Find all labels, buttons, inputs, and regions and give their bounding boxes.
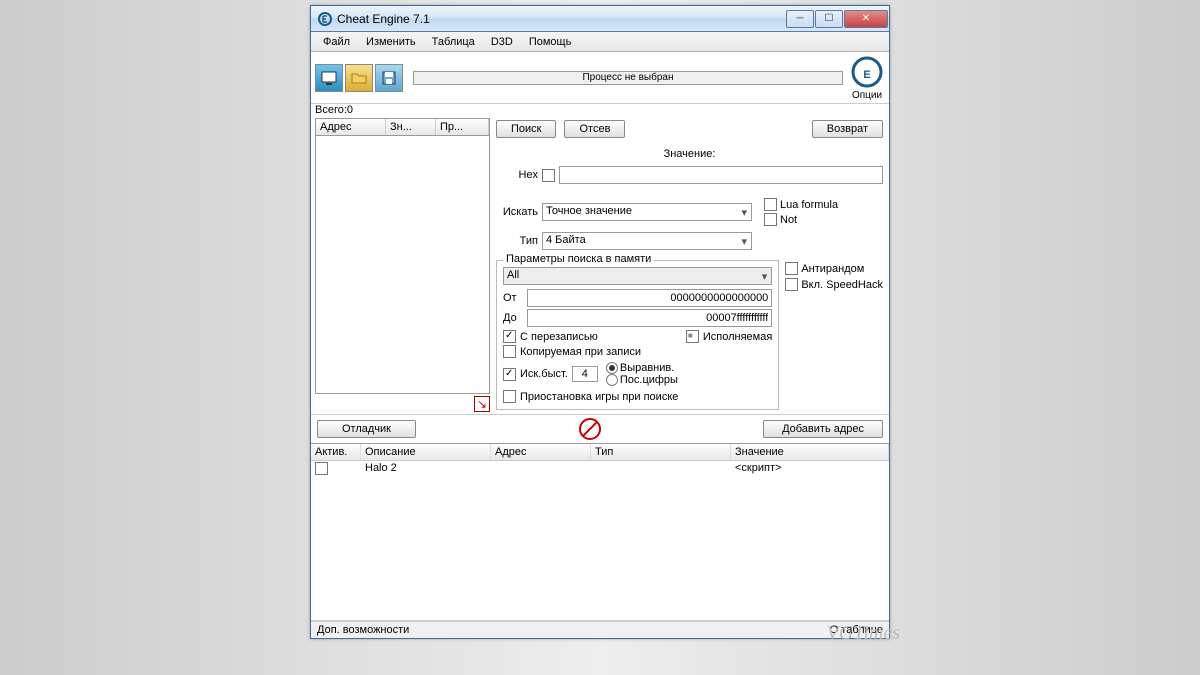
menu-edit[interactable]: Изменить (358, 34, 424, 50)
first-scan-button[interactable]: Поиск (496, 120, 556, 138)
scan-type-select[interactable]: Точное значение (542, 203, 752, 221)
hex-label: Hex (496, 169, 538, 181)
executable-checkbox[interactable] (686, 330, 699, 343)
add-to-addresslist-icon[interactable]: ↘ (474, 396, 490, 412)
value-type-label: Тип (496, 235, 538, 247)
menu-d3d[interactable]: D3D (483, 34, 521, 50)
results-count: Всего:0 (311, 104, 889, 116)
col-prev[interactable]: Пр... (436, 119, 489, 135)
not-label: Not (780, 214, 797, 226)
results-list[interactable] (315, 136, 490, 394)
address-list: Актив. Описание Адрес Тип Значение Halo … (311, 443, 889, 621)
table-row[interactable]: Halo 2 <скрипт> (311, 461, 889, 479)
menubar: Файл Изменить Таблица D3D Помощь (311, 32, 889, 52)
main-window: Cheat Engine 7.1 ─ ☐ ✕ Файл Изменить Таб… (310, 5, 890, 639)
next-scan-button[interactable]: Отсев (564, 120, 625, 138)
row-type (595, 462, 735, 478)
value-type-select[interactable]: 4 Байта (542, 232, 752, 250)
col-value[interactable]: Зн... (386, 119, 436, 135)
main-area: Адрес Зн... Пр... ↘ Поиск Отсев Возврат … (311, 116, 889, 414)
value-input[interactable] (559, 166, 883, 184)
pause-game-label: Приостановка игры при поиске (520, 391, 678, 403)
open-icon[interactable] (345, 64, 373, 92)
writable-checkbox[interactable] (503, 330, 516, 343)
toolbar: Процесс не выбран E Опции (311, 52, 889, 104)
col-address[interactable]: Адрес (316, 119, 386, 135)
menu-file[interactable]: Файл (315, 34, 358, 50)
pause-game-checkbox[interactable] (503, 390, 516, 403)
no-entry-icon[interactable] (579, 418, 601, 440)
antirandom-checkbox[interactable] (785, 262, 798, 275)
col-active[interactable]: Актив. (311, 444, 361, 460)
address-list-body[interactable]: Halo 2 <скрипт> (311, 461, 889, 621)
address-list-header: Актив. Описание Адрес Тип Значение (311, 444, 889, 461)
mid-bar: Отладчик Добавить адрес (311, 414, 889, 443)
app-icon (317, 11, 333, 27)
results-header: Адрес Зн... Пр... (315, 118, 490, 136)
status-right[interactable]: О таблице (830, 624, 883, 636)
add-address-button[interactable]: Добавить адрес (763, 420, 883, 438)
to-input[interactable] (527, 309, 772, 327)
close-button[interactable]: ✕ (844, 10, 888, 28)
executable-label: Исполняемая (703, 331, 772, 343)
cow-label: Копируемая при записи (520, 346, 641, 358)
lastdigits-radio[interactable] (606, 374, 618, 386)
minimize-button[interactable]: ─ (786, 10, 814, 28)
process-status-bar: Процесс не выбран (413, 71, 843, 85)
hex-checkbox[interactable] (542, 169, 555, 182)
alignment-radio[interactable] (606, 362, 618, 374)
not-checkbox[interactable] (764, 213, 777, 226)
menu-help[interactable]: Помощь (521, 34, 580, 50)
titlebar[interactable]: Cheat Engine 7.1 ─ ☐ ✕ (311, 6, 889, 32)
row-value: <скрипт> (735, 462, 885, 478)
to-label: До (503, 312, 523, 324)
fastscan-label: Иск.быст. (520, 368, 568, 380)
speedhack-checkbox[interactable] (785, 278, 798, 291)
value-label: Значение: (496, 148, 883, 160)
row-active-checkbox[interactable] (315, 462, 328, 475)
lua-formula-checkbox[interactable] (764, 198, 777, 211)
writable-label: С перезаписью (520, 331, 598, 343)
debugger-button[interactable]: Отладчик (317, 420, 416, 438)
scan-type-label: Искать (496, 206, 538, 218)
mem-scope-select[interactable]: All (503, 267, 772, 285)
col-type[interactable]: Тип (591, 444, 731, 460)
save-icon[interactable] (375, 64, 403, 92)
from-input[interactable] (527, 289, 772, 307)
col-value[interactable]: Значение (731, 444, 889, 460)
fastscan-value-input[interactable] (572, 366, 598, 382)
speedhack-label: Вкл. SpeedHack (801, 279, 883, 291)
row-desc: Halo 2 (365, 462, 495, 478)
count-label: Всего: (315, 104, 347, 116)
count-value: 0 (347, 104, 353, 116)
statusbar: Доп. возможности О таблице (311, 621, 889, 638)
memory-scan-options: Параметры поиска в памяти All От До С пе… (496, 260, 779, 410)
mem-group-legend: Параметры поиска в памяти (503, 253, 654, 265)
menu-table[interactable]: Таблица (424, 34, 483, 50)
status-left[interactable]: Доп. возможности (317, 624, 409, 636)
window-title: Cheat Engine 7.1 (337, 12, 786, 26)
fastscan-checkbox[interactable] (503, 368, 516, 381)
cow-checkbox[interactable] (503, 345, 516, 358)
svg-text:E: E (863, 69, 870, 81)
results-panel: Адрес Зн... Пр... ↘ (315, 118, 490, 412)
from-label: От (503, 292, 523, 304)
lua-label: Lua formula (780, 199, 838, 211)
window-controls: ─ ☐ ✕ (786, 10, 889, 28)
antirandom-label: Антирандом (801, 263, 864, 275)
undo-scan-button[interactable]: Возврат (812, 120, 883, 138)
select-process-icon[interactable] (315, 64, 343, 92)
row-addr (495, 462, 595, 478)
search-panel: Поиск Отсев Возврат Значение: Hex Искать… (494, 118, 885, 412)
col-desc[interactable]: Описание (361, 444, 491, 460)
maximize-button[interactable]: ☐ (815, 10, 843, 28)
ce-logo-icon[interactable]: E (849, 54, 885, 90)
col-addr[interactable]: Адрес (491, 444, 591, 460)
options-link[interactable]: Опции (852, 90, 882, 101)
